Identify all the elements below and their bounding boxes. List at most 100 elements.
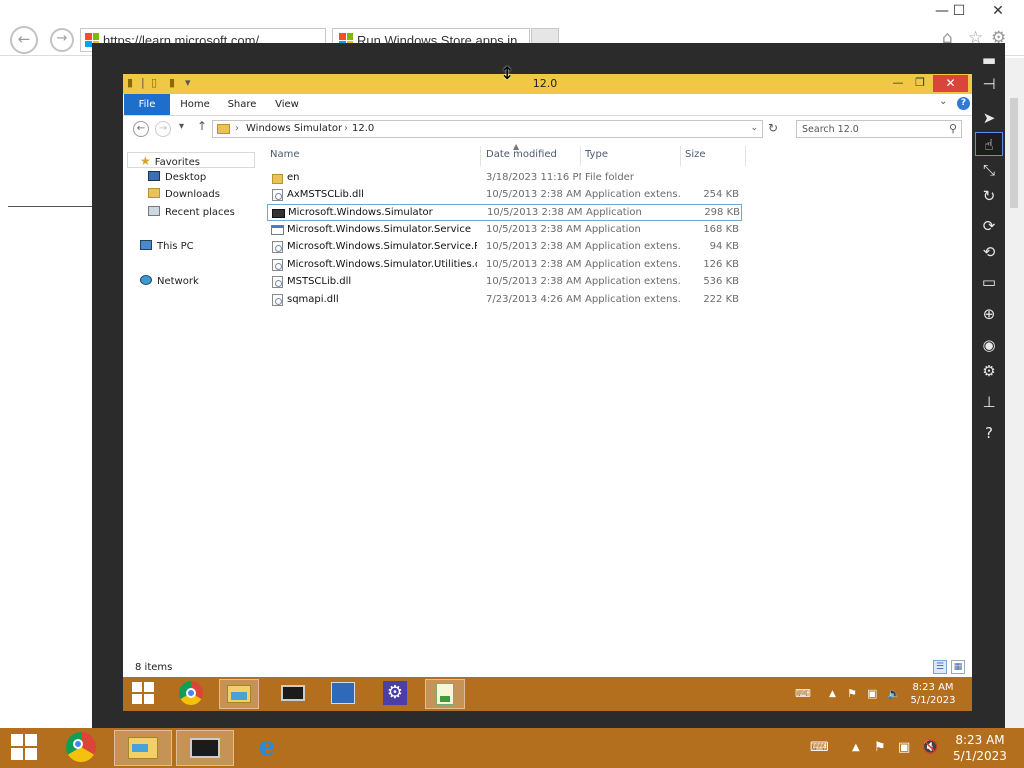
minimize-button[interactable]: — — [891, 74, 905, 92]
clock[interactable]: 8:23 AM 5/1/2023 — [907, 681, 959, 707]
start-button[interactable] — [123, 679, 163, 709]
keyboard-icon[interactable]: ⌨ — [810, 740, 829, 755]
breadcrumb-item[interactable]: 12.0 — [352, 123, 374, 134]
screenshot-icon[interactable]: ◉ — [975, 333, 1003, 357]
network-tray-icon[interactable]: ▣ — [898, 740, 910, 755]
table-row[interactable]: sqmapi.dll 7/23/2013 4:26 AM Application… — [267, 292, 742, 309]
table-row[interactable]: Microsoft.Windows.Simulator 10/5/2013 2:… — [267, 204, 742, 221]
restore-button[interactable]: ❐ — [913, 74, 927, 92]
touch-mode-icon[interactable]: ☝ — [975, 132, 1003, 156]
nav-item-recent-places[interactable]: Recent places — [148, 205, 235, 221]
tab-view[interactable]: View — [269, 94, 305, 115]
network-tray-icon[interactable]: ▣ — [867, 687, 877, 700]
column-header-name[interactable]: Name — [270, 149, 300, 160]
details-view-icon[interactable]: ☰ — [933, 660, 947, 674]
chevron-right-icon: › — [344, 123, 348, 134]
explorer-titlebar[interactable]: ▮ | ▯ ▮ ▾ 12.0 — ❐ ✕ — [123, 74, 972, 94]
tab-share[interactable]: Share — [223, 94, 261, 115]
simulator-taskbar-button[interactable] — [176, 730, 234, 766]
simulator-screen[interactable]: ▮ | ▯ ▮ ▾ 12.0 — ❐ ✕ File Home Share Vie… — [123, 74, 972, 711]
column-divider[interactable] — [680, 146, 681, 166]
new-folder-icon[interactable]: ▮ — [169, 76, 175, 89]
chevron-up-icon[interactable]: ▲ — [829, 689, 836, 699]
column-header-type[interactable]: Type — [585, 149, 608, 160]
ribbon: File Home Share View ⌄ ? — [123, 94, 972, 116]
table-row[interactable]: AxMSTSCLib.dll 10/5/2013 2:38 AM Applica… — [267, 187, 742, 204]
explorer-taskbar-button[interactable] — [114, 730, 172, 766]
explorer-taskbar-button[interactable] — [219, 679, 259, 709]
flag-icon[interactable]: ⚑ — [847, 687, 857, 700]
chevron-up-icon[interactable]: ▲ — [852, 742, 860, 753]
column-divider[interactable] — [745, 146, 746, 166]
nav-item-desktop[interactable]: Desktop — [148, 170, 206, 186]
network-icon[interactable]: ⊥ — [975, 390, 1003, 414]
simulator-taskbar-button[interactable] — [273, 679, 313, 709]
help-icon[interactable]: ? — [975, 421, 1003, 445]
resolution-icon[interactable]: ▭ — [975, 270, 1003, 294]
file-type: Application extens... — [585, 276, 680, 287]
close-button[interactable]: ✕ — [933, 75, 968, 92]
chrome-taskbar-button[interactable] — [52, 730, 110, 766]
ie-taskbar-button[interactable]: e — [238, 730, 296, 766]
table-row[interactable]: en 3/18/2023 11:16 PM File folder — [267, 170, 742, 187]
recent-locations-icon[interactable]: ▾ — [179, 121, 184, 132]
properties-icon[interactable]: ▯ — [151, 76, 157, 89]
column-divider[interactable] — [480, 146, 481, 166]
notepad-taskbar-button[interactable] — [425, 679, 465, 709]
tab-file[interactable]: File — [124, 94, 170, 115]
table-row[interactable]: Microsoft.Windows.Simulator.Utilities.dl… — [267, 257, 742, 274]
mouse-mode-icon[interactable]: ➤ — [975, 106, 1003, 130]
expand-ribbon-icon[interactable]: ⌄ — [939, 96, 947, 107]
settings-icon[interactable]: ⚙ — [975, 359, 1003, 383]
chrome-taskbar-button[interactable] — [171, 679, 211, 709]
rotate-counterclockwise-icon[interactable]: ⟲ — [975, 240, 1003, 264]
rotate-clockwise-icon[interactable]: ⟳ — [975, 214, 1003, 238]
navigation-bar: ← → ▾ ↑ › Windows Simulator › 12.0 ⌄ ↻ S… — [123, 116, 972, 142]
back-button[interactable]: ← — [133, 121, 149, 137]
large-icons-view-icon[interactable]: ▦ — [951, 660, 965, 674]
pin-icon[interactable]: ⊣ — [975, 72, 1003, 96]
column-header-size[interactable]: Size — [685, 149, 706, 160]
pinch-zoom-icon[interactable]: ⤡ — [975, 158, 1003, 182]
minimize-icon[interactable]: ▬ — [975, 48, 1003, 72]
dll-file-icon — [272, 241, 283, 253]
breadcrumb-item[interactable]: Windows Simulator — [246, 123, 342, 134]
nav-item-this-pc[interactable]: This PC — [140, 239, 194, 255]
remote-desktop-taskbar-button[interactable] — [323, 679, 363, 709]
browser-maximize-button[interactable]: ☐ — [942, 0, 976, 22]
internet-explorer-icon: e — [258, 732, 276, 762]
address-bar[interactable]: › Windows Simulator › 12.0 ⌄ — [212, 120, 763, 138]
browser-scrollbar[interactable] — [1004, 58, 1024, 728]
tab-home[interactable]: Home — [175, 94, 215, 115]
clock[interactable]: 8:23 AM 5/1/2023 — [950, 732, 1010, 764]
settings-taskbar-button[interactable]: ⚙ — [375, 679, 415, 709]
chevron-down-icon[interactable]: ▾ — [185, 76, 191, 89]
column-header-date[interactable]: Date modified — [486, 149, 557, 160]
nav-item-downloads[interactable]: Downloads — [148, 187, 220, 203]
browser-close-button[interactable]: ✕ — [981, 0, 1015, 22]
forward-button[interactable]: → — [50, 28, 74, 52]
nav-item-network[interactable]: Network — [140, 274, 199, 290]
rotate-touch-icon[interactable]: ↻ — [975, 184, 1003, 208]
help-icon[interactable]: ? — [957, 97, 970, 110]
resize-cursor-icon: ↕ — [500, 64, 515, 84]
up-button[interactable]: ↑ — [197, 119, 207, 133]
table-row[interactable]: Microsoft.Windows.Simulator.Service 10/5… — [267, 222, 742, 239]
nav-item-favorites[interactable]: ★ Favorites — [127, 152, 255, 168]
flag-icon[interactable]: ⚑ — [874, 740, 886, 755]
volume-icon[interactable]: 🔈 — [887, 687, 901, 700]
keyboard-icon[interactable]: ⌨ — [795, 687, 811, 700]
table-row[interactable]: Microsoft.Windows.Simulator.Service.Pr..… — [267, 239, 742, 256]
volume-muted-icon[interactable]: 🔇 — [922, 740, 938, 755]
search-input[interactable]: Search 12.0 ⚲ — [796, 120, 962, 138]
computer-icon — [140, 240, 152, 250]
forward-button[interactable]: → — [155, 121, 171, 137]
back-button[interactable]: ← — [10, 26, 38, 54]
table-row[interactable]: MSTSCLib.dll 10/5/2013 2:38 AM Applicati… — [267, 274, 742, 291]
scrollbar-thumb[interactable] — [1010, 98, 1018, 208]
column-divider[interactable] — [580, 146, 581, 166]
location-icon[interactable]: ⊕ — [975, 302, 1003, 326]
refresh-icon[interactable]: ↻ — [768, 121, 778, 135]
chevron-down-icon[interactable]: ⌄ — [750, 123, 758, 133]
start-button[interactable] — [0, 730, 48, 766]
